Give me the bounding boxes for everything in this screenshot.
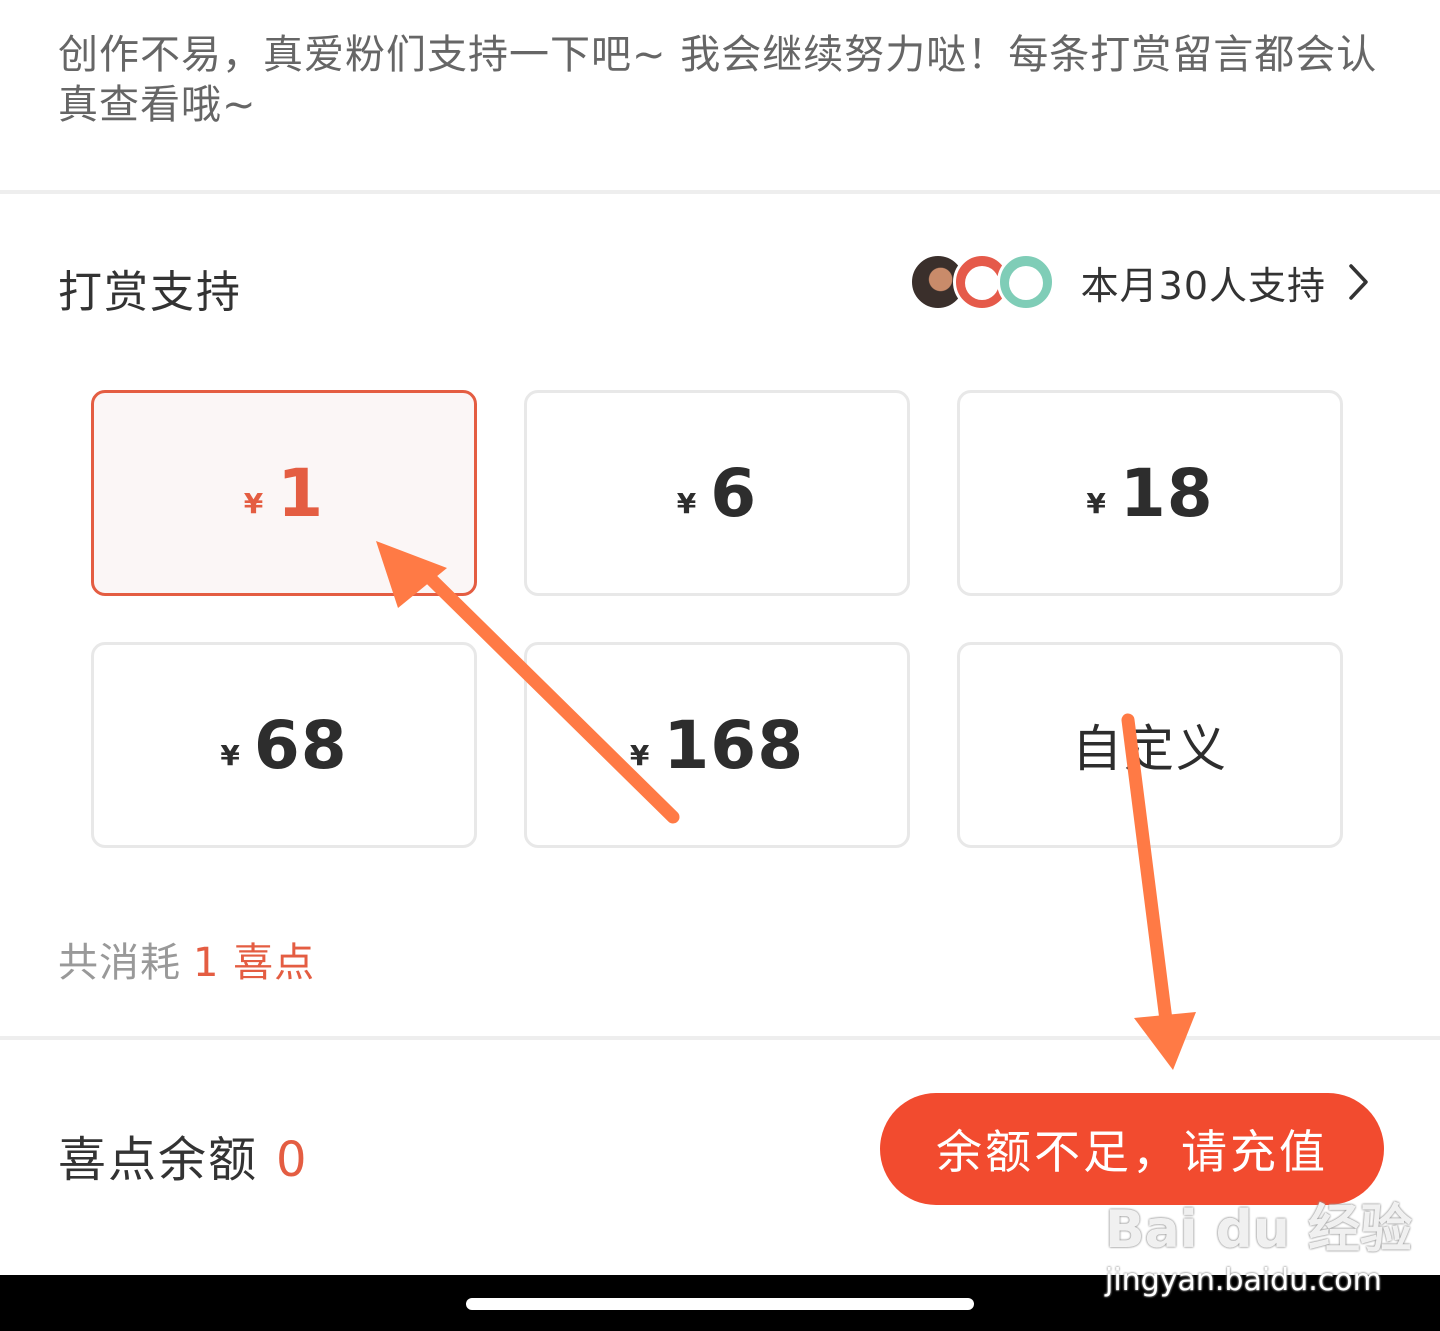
consume-value: 1 喜点 [193,940,316,986]
section-title: 打赏支持 [58,267,242,318]
divider [0,190,1440,194]
watermark: Bai du 经验 jingyan.baidu.com [1105,1200,1412,1298]
consume-summary: 共消耗 1 喜点 [58,930,315,988]
amount-option-18[interactable]: ¥ 18 [957,390,1343,596]
currency-symbol: ¥ [220,738,240,772]
currency-symbol: ¥ [676,486,697,520]
watermark-logo: Bai du 经验 [1105,1200,1412,1260]
supporters-link[interactable]: 本月30人支持 [908,250,1370,314]
supporter-avatars [908,253,1055,311]
amount-option-68[interactable]: ¥ 68 [91,642,477,848]
currency-symbol: ¥ [1086,486,1106,520]
divider [0,1036,1440,1040]
amount-value: 68 [253,706,348,784]
custom-amount-label: 自定义 [1072,720,1228,778]
avatar [996,253,1055,311]
supporters-count: 本月30人支持 [1080,263,1326,308]
watermark-url: jingyan.baidu.com [1105,1263,1382,1298]
amount-option-6[interactable]: ¥ 6 [524,390,910,596]
home-indicator[interactable] [466,1298,974,1310]
currency-symbol: ¥ [629,738,650,772]
balance: 喜点余额 0 [58,1120,309,1190]
amount-option-168[interactable]: ¥ 168 [524,642,910,848]
amount-value: 1 [277,454,325,532]
intro-text: 创作不易，真爱粉们支持一下吧~ 我会继续努力哒！每条打赏留言都会认真查看哦~ [58,32,1378,128]
balance-value: 0 [276,1132,309,1188]
currency-symbol: ¥ [243,486,264,520]
consume-label: 共消耗 [58,940,181,986]
amount-option-custom[interactable]: 自定义 [957,642,1343,848]
amount-option-1[interactable]: ¥ 1 [91,390,477,596]
balance-label: 喜点余额 [58,1132,259,1188]
amount-value: 168 [663,706,805,784]
recharge-button[interactable]: 余额不足，请充值 [880,1093,1384,1205]
amount-value: 18 [1119,454,1214,532]
amount-value: 6 [710,454,758,532]
chevron-right-icon [1348,263,1370,301]
